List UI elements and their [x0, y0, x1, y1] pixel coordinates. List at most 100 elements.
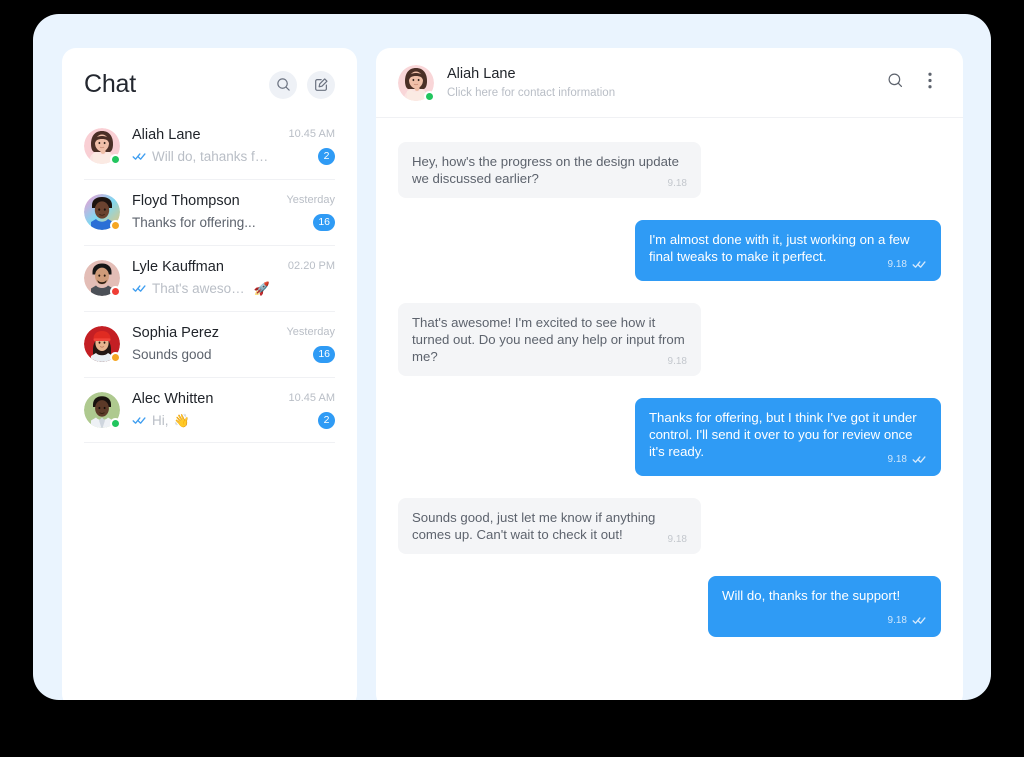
chat-item-preview: That's awesome 🚀 [132, 279, 270, 298]
chat-item-preview-text: That's awesome [152, 281, 249, 296]
sidebar-header-actions [269, 70, 335, 99]
chat-item-meta: 10.45 AM 2 [283, 392, 335, 429]
message-text: Hey, how's the progress on the design up… [412, 154, 679, 186]
message-row: Sounds good, just let me know if anythin… [398, 498, 941, 554]
app-window: Chat Aliah Lane Will do, tahanks for... … [33, 14, 991, 700]
message-bubble[interactable]: Thanks for offering, but I think I've go… [635, 398, 941, 476]
message-time: 9.18 [667, 178, 687, 189]
message-text: Sounds good, just let me know if anythin… [412, 510, 656, 542]
message-list: Hey, how's the progress on the design up… [376, 118, 963, 700]
chat-item-name: Alec Whitten [132, 391, 214, 407]
message-time: 9.18 [887, 614, 907, 626]
chat-item-main: Floyd Thompson Thanks for offering... [132, 192, 268, 232]
chat-list-item[interactable]: Alec Whitten Hi, 👋 10.45 AM 2 [62, 377, 357, 443]
message-row: Will do, thanks for the support! 9.18 [398, 576, 941, 637]
message-text: Thanks for offering, but I think I've go… [649, 410, 917, 459]
read-receipt-icon [912, 256, 927, 273]
message-bubble[interactable]: I'm almost done with it, just working on… [635, 220, 941, 281]
message-bubble[interactable]: Sounds good, just let me know if anythin… [398, 498, 701, 554]
message-bubble[interactable]: Will do, thanks for the support! 9.18 [708, 576, 941, 637]
presence-indicator [110, 220, 121, 231]
message-text: That's awesome! I'm excited to see how i… [412, 315, 685, 364]
message-bubble[interactable]: That's awesome! I'm excited to see how i… [398, 303, 701, 376]
screen: Chat Aliah Lane Will do, tahanks for... … [0, 0, 1024, 757]
chat-item-preview-text: Will do, tahanks for... [152, 149, 271, 164]
avatar [84, 260, 121, 297]
preview-emoji: 👋 [173, 413, 190, 428]
chat-item-preview-text: Sounds good [132, 347, 212, 362]
chat-item-preview: Sounds good [132, 345, 268, 364]
read-receipt-icon [132, 411, 147, 430]
read-receipt-icon [912, 451, 927, 468]
read-receipt-icon [912, 612, 927, 629]
message-row: Thanks for offering, but I think I've go… [398, 398, 941, 476]
chat-item-time: 10.45 AM [288, 127, 335, 140]
chat-item-meta: Yesterday 16 [280, 326, 335, 363]
presence-indicator [110, 154, 121, 165]
peer-subtitle: Click here for contact information [447, 87, 616, 99]
chat-item-time: 02.20 PM [287, 259, 335, 272]
search-icon [887, 72, 904, 94]
message-meta: 9.18 [668, 178, 687, 190]
presence-indicator [110, 352, 121, 363]
message-row: Hey, how's the progress on the design up… [398, 142, 941, 198]
page-title: Chat [84, 70, 137, 98]
more-options-button[interactable] [919, 72, 941, 94]
chat-item-main: Alec Whitten Hi, 👋 [132, 390, 271, 430]
chat-item-main: Sophia Perez Sounds good [132, 324, 268, 364]
more-vertical-icon [928, 72, 932, 94]
avatar [398, 65, 435, 102]
message-time: 9.18 [667, 356, 687, 367]
presence-indicator [110, 418, 121, 429]
conversation-header[interactable]: Aliah Lane Click here for contact inform… [376, 48, 963, 118]
message-time: 9.18 [887, 258, 907, 270]
chat-item-name: Floyd Thompson [132, 193, 240, 209]
chat-list-item[interactable]: Sophia Perez Sounds good Yesterday 16 [62, 311, 357, 377]
message-meta: 9.18 [668, 534, 687, 546]
chat-item-preview-text: Thanks for offering... [132, 215, 256, 230]
chat-list-item[interactable]: Lyle Kauffman That's awesome 🚀 02.20 PM0 [62, 245, 357, 311]
read-receipt-icon [132, 279, 147, 298]
chat-item-name: Lyle Kauffman [132, 259, 224, 275]
chat-item-preview-text: Hi, [152, 413, 169, 428]
message-meta: 9.18 [888, 451, 927, 468]
message-time: 9.18 [887, 453, 907, 465]
message-meta: 9.18 [888, 612, 927, 629]
chat-item-meta: 02.20 PM0 [282, 260, 335, 297]
unread-badge: 2 [318, 147, 335, 165]
read-receipt-icon [132, 147, 147, 166]
message-time: 9.18 [667, 534, 687, 545]
message-bubble[interactable]: Hey, how's the progress on the design up… [398, 142, 701, 198]
avatar [84, 392, 121, 429]
message-row: That's awesome! I'm excited to see how i… [398, 303, 941, 376]
presence-indicator [424, 91, 435, 102]
chat-list-item[interactable]: Aliah Lane Will do, tahanks for... 10.45 A… [62, 113, 357, 179]
message-text: I'm almost done with it, just working on… [649, 232, 910, 264]
conversation-actions [884, 72, 941, 94]
compose-button[interactable] [307, 70, 335, 99]
sidebar-header: Chat [62, 48, 357, 113]
chat-item-main: Lyle Kauffman That's awesome 🚀 [132, 258, 270, 298]
search-button[interactable] [269, 70, 297, 99]
avatar [84, 326, 121, 363]
chat-list-panel: Chat Aliah Lane Will do, tahanks for... … [62, 48, 357, 700]
chat-list-item[interactable]: Floyd Thompson Thanks for offering... Yest… [62, 179, 357, 245]
unread-badge: 2 [318, 411, 335, 429]
chat-list: Aliah Lane Will do, tahanks for... 10.45 A… [62, 113, 357, 443]
conversation-panel: Aliah Lane Click here for contact inform… [376, 48, 963, 700]
unread-badge: 16 [313, 345, 335, 363]
avatar [84, 128, 121, 165]
message-row: I'm almost done with it, just working on… [398, 220, 941, 281]
chat-item-time: Yesterday [286, 193, 335, 206]
chat-item-meta: Yesterday 16 [280, 194, 335, 231]
chat-item-main: Aliah Lane Will do, tahanks for... [132, 126, 271, 166]
chat-item-time: 10.45 AM [288, 391, 335, 404]
chat-item-preview: Hi, 👋 [132, 411, 271, 430]
conversation-search-button[interactable] [884, 72, 906, 94]
message-text: Will do, thanks for the support! [722, 588, 901, 603]
chat-item-name: Sophia Perez [132, 325, 220, 341]
chat-item-preview: Will do, tahanks for... [132, 147, 271, 166]
compose-icon [314, 77, 329, 92]
search-icon [276, 77, 291, 92]
peer-name: Aliah Lane [447, 66, 516, 82]
